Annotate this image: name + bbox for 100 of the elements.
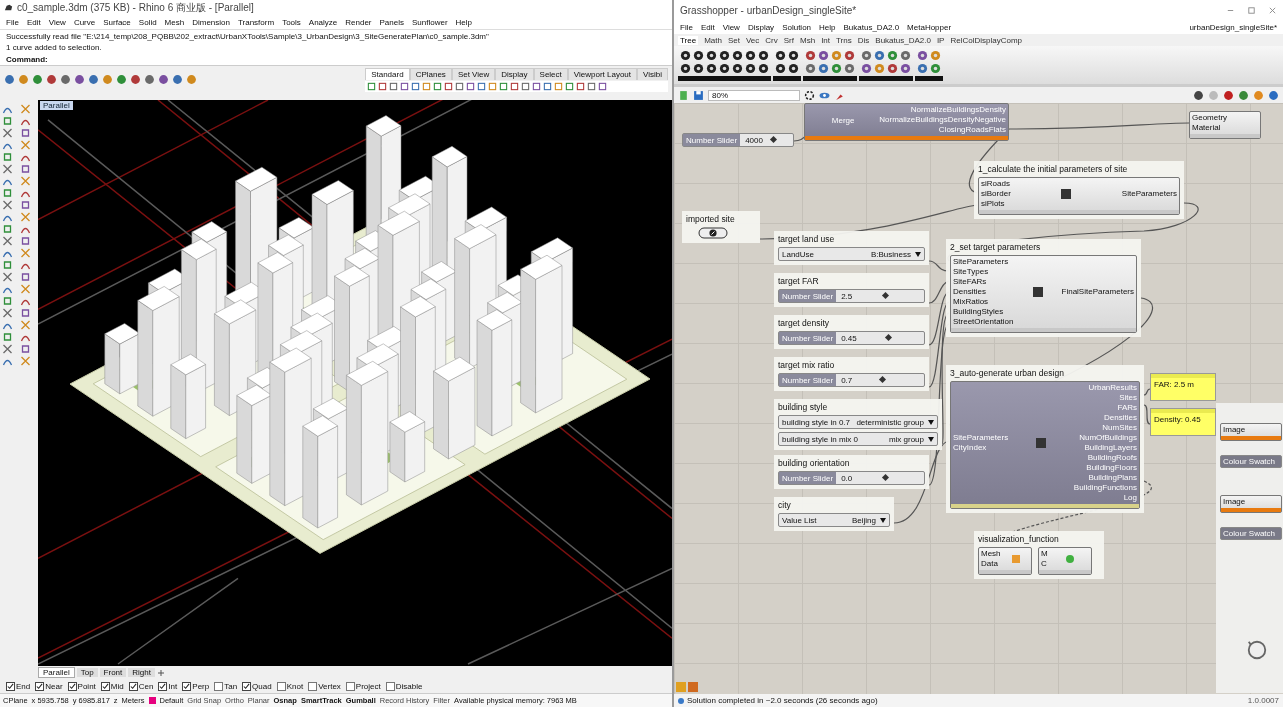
preview-icon[interactable] [1193,89,1204,101]
menu-item[interactable]: Analyze [308,17,338,27]
tool-icon[interactable] [2,332,13,342]
menu-item[interactable]: Tools [282,17,301,27]
colour-swatch[interactable]: Colour Swatch [1220,527,1282,540]
toolbar-tab[interactable]: Select [533,68,568,80]
component-icon[interactable] [693,50,704,61]
checkbox[interactable] [128,681,138,691]
preview-icon[interactable] [1268,89,1279,101]
slider-thumb[interactable] [879,375,887,384]
colour-swatch[interactable]: Colour Swatch [1220,455,1282,468]
menu-item[interactable]: Curve [73,17,96,27]
checkbox[interactable] [182,681,192,691]
viewport-tab[interactable]: Right [128,668,155,677]
value-list[interactable]: Value List Beijing [778,513,890,527]
viewport-tab[interactable]: Front [99,668,127,677]
checkbox[interactable] [276,681,286,691]
node-canvas[interactable] [674,103,1283,694]
component-icon[interactable] [732,50,743,61]
checkbox[interactable] [242,681,252,691]
menu-item[interactable]: Display [747,22,775,32]
slider-thumb[interactable] [885,333,893,342]
checkbox[interactable] [345,681,355,691]
tool-icon[interactable] [2,188,13,198]
component-node[interactable]: Image [1220,495,1282,513]
checkbox[interactable] [308,681,318,691]
tool-icon[interactable] [2,152,13,162]
menu-item[interactable]: MetaHopper [907,22,952,32]
toolbar-icon[interactable] [172,74,183,85]
tool-icon[interactable] [19,344,31,354]
zoom-extents-icon[interactable] [804,89,815,101]
component-icon[interactable] [758,63,769,74]
ribbon-tab[interactable]: Crv [765,35,778,45]
menu-item[interactable]: Sunflower [412,17,448,27]
toolbar-icon[interactable] [158,74,169,85]
toolbar-icon[interactable] [102,74,113,85]
tool-icon[interactable] [19,200,31,210]
menu-item[interactable]: Edit [26,17,41,27]
text-panel[interactable]: FAR: 2.5 m [1150,373,1216,401]
menu-item[interactable]: Bukatus_DA2.0 [843,22,900,32]
toolbar-icon[interactable] [186,74,197,85]
component-node[interactable]: SiteParameters SiteTypes SiteFARs Densities MixRatios BuildingStyles StreetOrientation FinalSiteParameters [950,255,1137,333]
number-slider[interactable]: Number Slider 0.0 [778,471,925,485]
new-file-icon[interactable] [678,89,689,101]
menu-item[interactable]: File [680,22,693,32]
component-icon[interactable] [680,63,691,74]
component-icon[interactable] [680,50,691,61]
toolbar-tab[interactable]: Set View [451,68,496,80]
component-node[interactable]: Mesh Data [978,547,1032,575]
toolbar-tab[interactable]: Display [495,68,534,80]
toolbar-icon[interactable] [4,74,15,85]
tool-icon[interactable] [2,116,13,126]
ribbon-tab[interactable]: Bukatus_DA2.0 [875,35,931,45]
ribbon-tab[interactable]: Trns [836,35,852,45]
value-list[interactable]: building style in 0.7 deterministic group [778,415,938,429]
tool-icon[interactable] [2,200,13,210]
tool-icon[interactable] [2,260,13,270]
component-icon[interactable] [745,63,756,74]
ribbon-tab[interactable]: Dis [857,35,870,45]
value-list[interactable]: LandUse B:Business [778,247,925,261]
menu-item[interactable]: Panels [379,17,404,27]
close-icon[interactable] [1268,5,1277,15]
component-icon[interactable] [745,50,756,61]
menu-item[interactable]: Surface [103,17,131,27]
component-icon[interactable] [775,63,786,74]
toolbar-tab[interactable]: Visibi [637,68,668,80]
menu-item[interactable]: View [722,22,740,32]
component-icon[interactable] [719,63,730,74]
ribbon-tab[interactable]: Srf [783,35,794,45]
number-slider[interactable]: Number Slider 2.5 [778,289,925,303]
toolbar-tab[interactable]: Standard [365,68,410,80]
tool-icon[interactable] [19,308,31,318]
slider-thumb[interactable] [882,473,890,482]
ribbon-tab[interactable]: Math [704,35,722,45]
menu-item[interactable]: Edit [700,22,715,32]
component-node[interactable]: M C [1038,547,1092,575]
ribbon-tab[interactable]: Vec [745,35,760,45]
menu-item[interactable]: Render [345,17,372,27]
toolbar-icon[interactable] [74,74,85,85]
viewport-tab[interactable]: Parallel [38,667,75,678]
add-tab-icon[interactable] [156,668,165,677]
geometry-param-icon[interactable] [698,227,728,239]
toolbar-icon[interactable] [60,74,71,85]
number-slider[interactable]: Number Slider 0.7 [778,373,925,387]
viewport-label[interactable]: Parallel [40,101,73,110]
checkbox[interactable] [385,681,395,691]
checkbox[interactable] [6,681,15,691]
toolbar-icon[interactable] [46,74,57,85]
component-node[interactable]: Image [1220,423,1282,441]
checkbox[interactable] [35,681,45,691]
toolbar-icon[interactable] [144,74,155,85]
toolbar-icon[interactable] [32,74,43,85]
component-icon[interactable] [788,50,799,61]
slider-thumb[interactable] [770,135,778,144]
ribbon-tab[interactable]: Int [821,35,831,45]
viewport[interactable]: Parallel [38,100,672,666]
menu-item[interactable]: Mesh [164,17,185,27]
menu-item[interactable]: Help [455,17,473,27]
tool-icon[interactable] [2,308,13,318]
toolbar-icon[interactable] [88,74,99,85]
